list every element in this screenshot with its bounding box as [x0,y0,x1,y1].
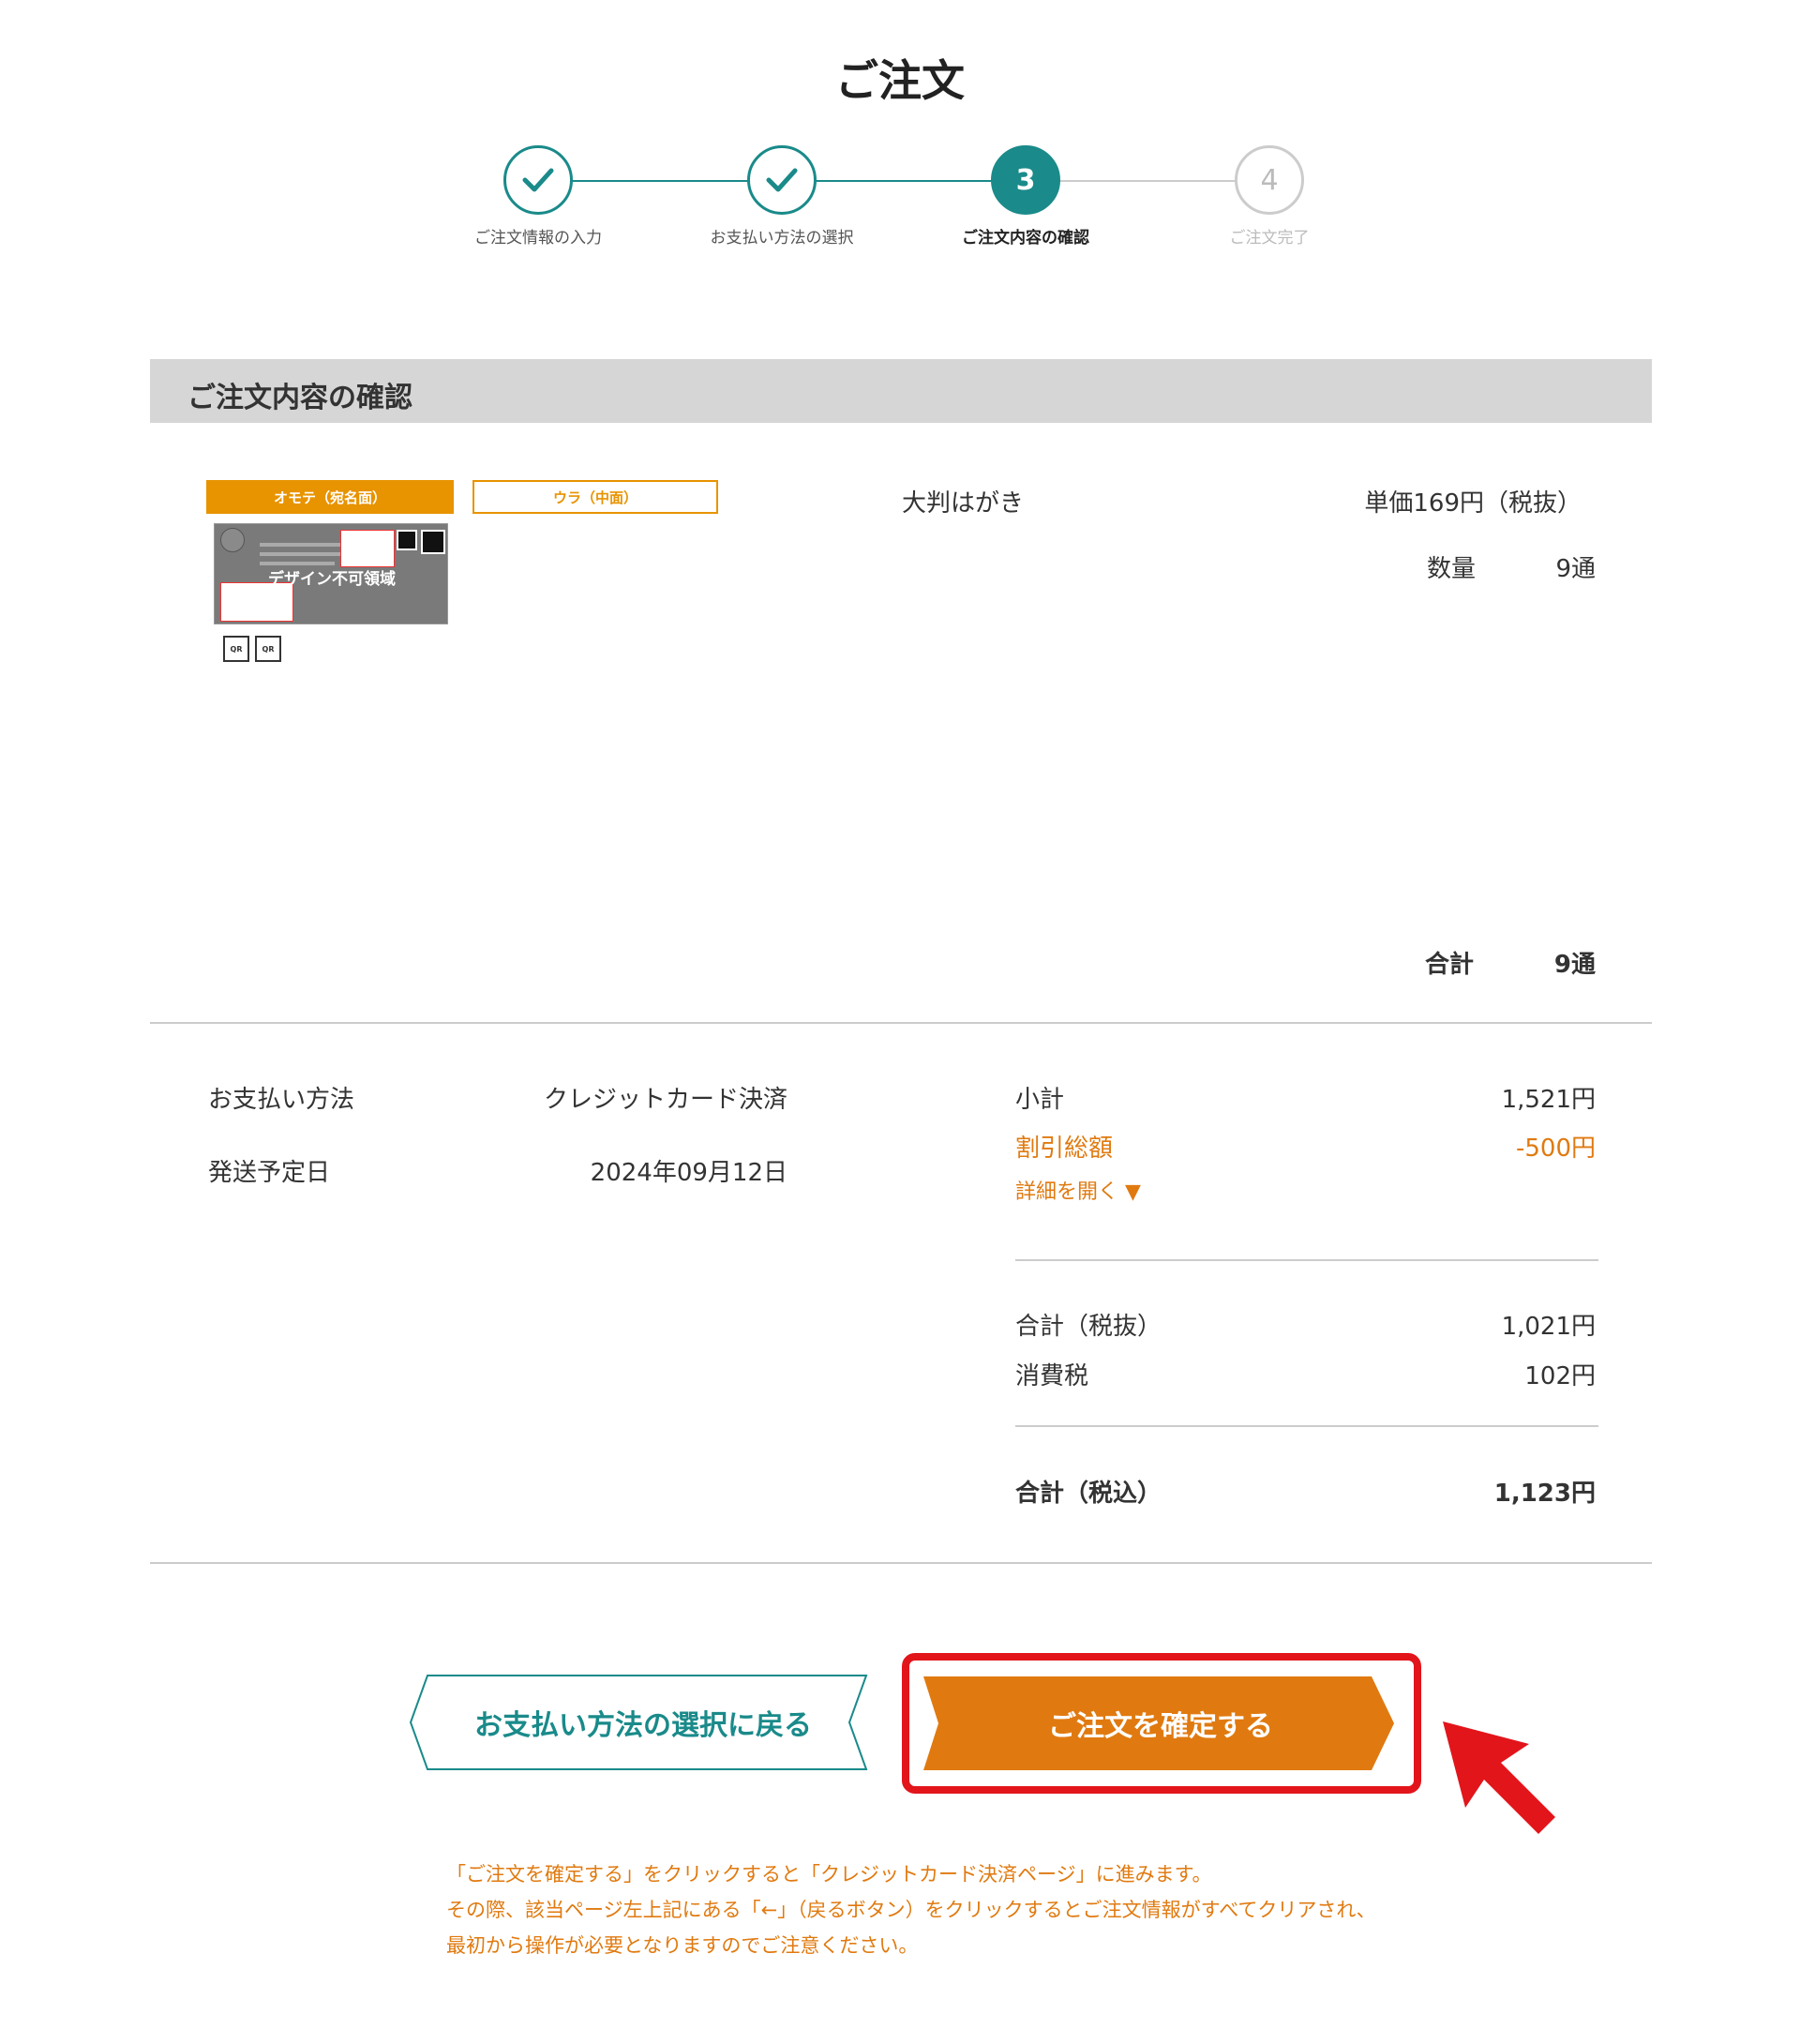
step-1: ご注文情報の入力 [426,145,651,248]
unit-price: 単価169円（税抜） [1364,489,1582,518]
notice-line: 最初から操作が必要となりますのでご注意ください。 [446,1934,919,1957]
subtotal-value: 1,521円 [1501,1086,1596,1114]
total-ex-tax-label: 合計（税抜） [1015,1313,1162,1341]
step-label: ご注文情報の入力 [474,229,602,248]
tax-label: 消費税 [1015,1362,1089,1390]
divider [1015,1259,1598,1261]
step-label: ご注文完了 [1229,229,1310,248]
notice-line: 「ご注文を確定する」をクリックすると「クレジットカード決済ページ」に進みます。 [446,1863,1212,1886]
checkmark-icon [503,145,573,215]
divider [150,1562,1652,1564]
quantity-value: 9通 [1555,555,1596,583]
checkmark-icon [747,145,817,215]
postage-mark [220,528,245,552]
notice-box [340,530,395,567]
step-label: ご注文内容の確認 [962,229,1089,248]
subtotal-label: 小計 [1015,1086,1065,1114]
ship-date-label: 発送予定日 [208,1159,331,1187]
quantity-label: 数量 [1427,555,1477,583]
qr-code-icon [421,530,445,554]
confirm-order-button[interactable]: ご注文を確定する [923,1675,1398,1772]
red-arrow-pointer-icon [1439,1718,1561,1843]
step-3: 3 ご注文内容の確認 [913,145,1138,248]
notice-line: その際、該当ページ左上記にある「←」（戻るボタン）をクリックするとご注文情報がす… [446,1899,1376,1921]
ship-date-value: 2024年09月12日 [590,1159,788,1187]
discount-value: -500円 [1515,1135,1596,1163]
no-design-area-label: デザイン不可領域 [268,570,396,589]
tab-back-side[interactable]: ウラ（中面） [472,480,718,514]
qr-code-icon: QR [255,636,281,662]
confirm-button-label: ご注文を確定する [1048,1710,1273,1743]
total-quantity-label: 合計 [1425,951,1475,979]
back-button-label: お支払い方法の選択に戻る [474,1709,812,1742]
discount-details-toggle[interactable]: 詳細を開く ▼ [1015,1175,1141,1205]
postcard-preview[interactable]: デザイン不可領域 [214,523,448,624]
section-title: ご注文内容の確認 [188,382,412,414]
page-title: ご注文 [835,55,965,106]
payment-method-label: お支払い方法 [208,1086,355,1114]
section-header: ご注文内容の確認 [150,359,1652,423]
progress-stepper: ご注文情報の入力 お支払い方法の選択 3 ご注文内容の確認 4 ご注文完了 [0,145,1800,258]
total-in-tax-label: 合計（税込） [1015,1480,1162,1508]
payment-method-value: クレジットカード決済 [543,1086,788,1114]
product-name: 大判はがき [902,489,1025,518]
divider [1015,1425,1598,1427]
tax-value: 102円 [1524,1362,1596,1390]
step-2: お支払い方法の選択 [669,145,894,248]
total-in-tax-value: 1,123円 [1493,1480,1596,1508]
total-ex-tax-value: 1,021円 [1501,1313,1596,1341]
tab-front-side[interactable]: オモテ（宛名面） [206,480,454,514]
back-to-payment-button[interactable]: お支払い方法の選択に戻る [409,1674,878,1771]
step-label: お支払い方法の選択 [710,229,854,248]
qr-code-icon [397,530,417,550]
step-number: 3 [991,145,1060,215]
step-number: 4 [1235,145,1304,215]
step-4: 4 ご注文完了 [1157,145,1382,248]
qr-code-icon: QR [223,636,249,662]
discount-label: 割引総額 [1015,1135,1114,1163]
total-quantity-value: 9通 [1553,951,1596,979]
divider [150,1022,1652,1024]
checkout-notice: 「ご注文を確定する」をクリックすると「クレジットカード決済ページ」に進みます。 … [446,1856,1376,1963]
